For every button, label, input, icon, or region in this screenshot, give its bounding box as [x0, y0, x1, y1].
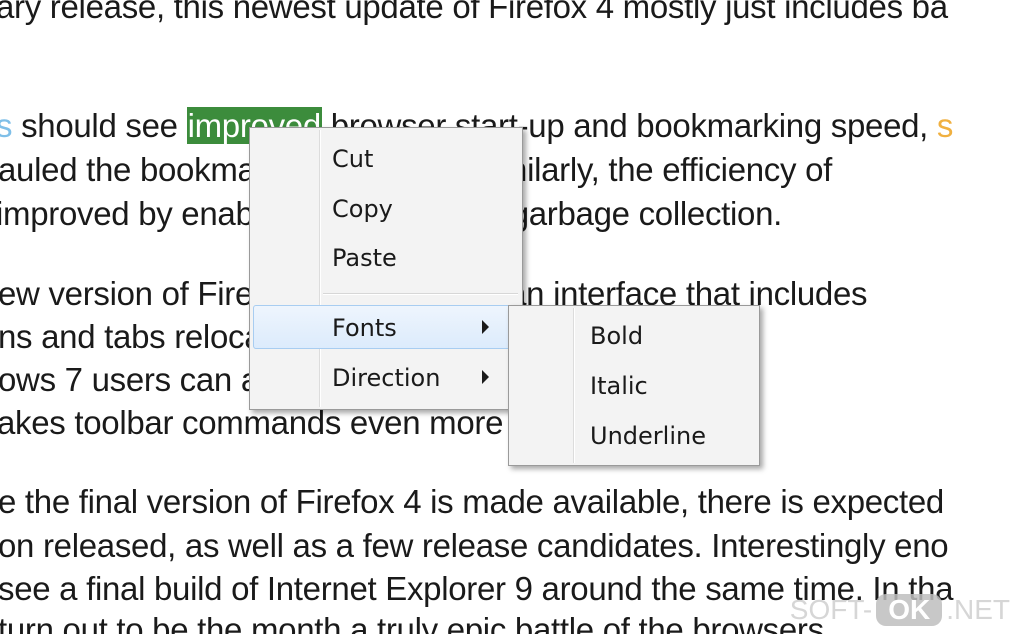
fonts-submenu: Bold Italic Underline: [508, 305, 760, 466]
menu-separator: [323, 293, 518, 295]
menu-item-label: Direction: [332, 364, 441, 392]
watermark: SOFT- OK .NET: [790, 594, 1010, 626]
menu-item-italic[interactable]: Italic: [512, 364, 756, 408]
menu-item-label: Paste: [332, 244, 397, 272]
text-fragment: s: [936, 107, 954, 144]
watermark-text: .NET: [946, 594, 1010, 625]
submenu-arrow-icon: [482, 370, 489, 384]
menu-item-direction[interactable]: Direction: [253, 356, 519, 400]
text-line: ary release, this newest update of Firef…: [0, 0, 948, 25]
context-menu: Cut Copy Paste Fonts Direction: [249, 127, 523, 410]
menu-item-underline[interactable]: Underline: [512, 414, 756, 458]
menu-item-label: Bold: [590, 322, 644, 350]
menu-item-fonts[interactable]: Fonts: [253, 305, 519, 349]
text-line: e the final version of Firefox 4 is made…: [0, 483, 944, 520]
menu-item-label: Italic: [590, 372, 648, 400]
watermark-badge: OK: [876, 594, 943, 626]
menu-item-cut[interactable]: Cut: [253, 137, 519, 181]
submenu-arrow-icon: [482, 320, 489, 334]
text-fragment: should see: [12, 107, 187, 144]
menu-item-copy[interactable]: Copy: [253, 187, 519, 231]
menu-item-label: Copy: [332, 195, 393, 223]
watermark-text: SOFT-: [789, 594, 873, 625]
text-line: on released, as well as a few release ca…: [0, 527, 949, 564]
menu-item-label: Fonts: [332, 314, 397, 342]
text-line: turn out to be the month a truly epic ba…: [0, 611, 833, 634]
text-fragment: s: [0, 107, 13, 144]
menu-item-bold[interactable]: Bold: [512, 314, 756, 358]
menu-item-label: Underline: [590, 422, 706, 450]
menu-item-label: Cut: [332, 145, 374, 173]
menu-item-paste[interactable]: Paste: [253, 236, 519, 280]
